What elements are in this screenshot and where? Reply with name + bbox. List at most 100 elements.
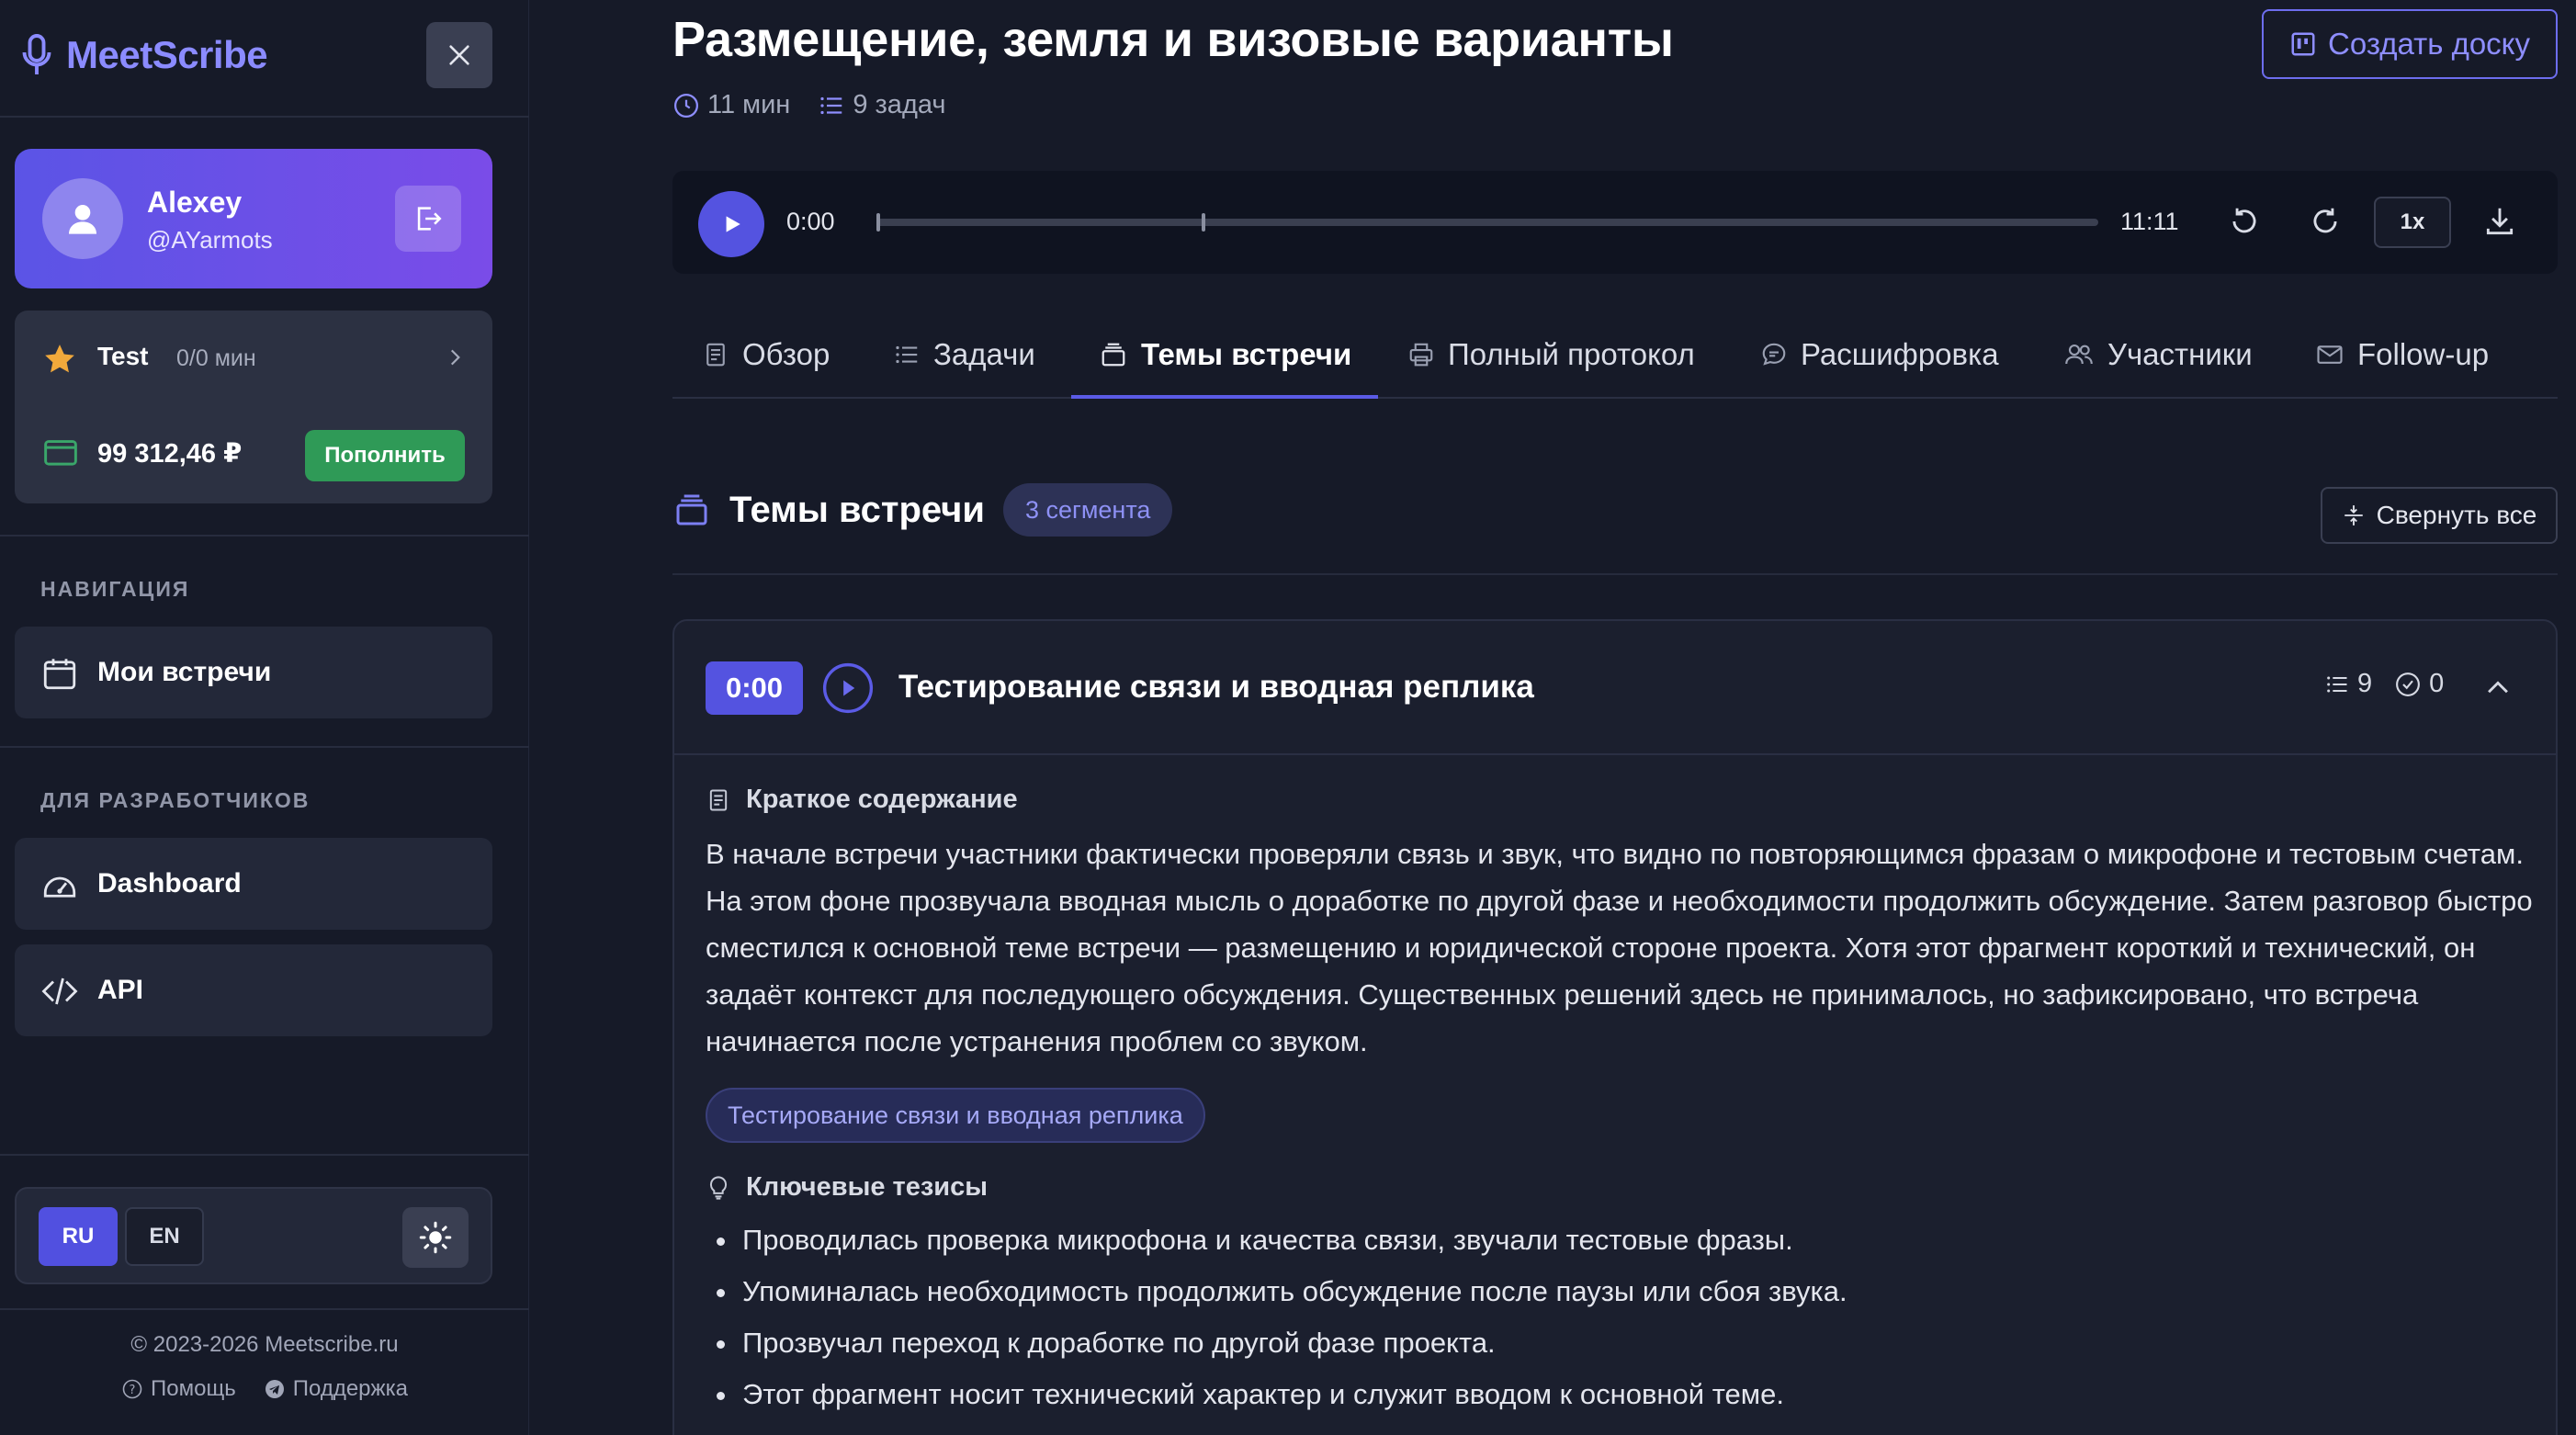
tab-label: Follow-up [2357, 337, 2490, 371]
theses-list: Проводилась проверка микрофона и качеств… [706, 1215, 2534, 1420]
mail-icon [2317, 345, 2343, 364]
sidebar-item-label: API [97, 975, 144, 1005]
chevron-right-icon[interactable] [443, 345, 467, 369]
task-count: 9 [2324, 669, 2372, 699]
divider [672, 573, 2558, 575]
chevron-up-icon[interactable] [2482, 672, 2514, 704]
help-link[interactable]: ? Помощь [121, 1376, 236, 1402]
task-count: 9 задач [818, 90, 945, 120]
footer-links: ? Помощь Поддержка [0, 1376, 529, 1402]
duration: 11 мин [672, 90, 790, 120]
logout-button[interactable] [395, 186, 461, 252]
meeting-meta: 11 мин 9 задач [672, 90, 945, 120]
help-icon: ? [122, 1379, 142, 1399]
language-switcher: RU EN [15, 1187, 492, 1284]
chapter-marker [1202, 213, 1205, 232]
brand-logo[interactable]: MeetScribe [20, 29, 268, 81]
microphone-icon [22, 34, 51, 74]
meeting-tabs: Обзор Задачи Темы встречи Полный протоко… [672, 311, 2558, 399]
tab-full-protocol[interactable]: Полный протокол [1407, 311, 1695, 399]
collapse-all-button[interactable]: Свернуть все [2321, 487, 2558, 544]
user-card[interactable]: Alexey @AYarmots [15, 149, 492, 288]
brand-name: MeetScribe [66, 33, 268, 76]
layers-icon [676, 494, 707, 525]
tab-label: Участники [2107, 337, 2253, 371]
total-time: 11:11 [2120, 208, 2179, 235]
tab-label: Задачи [933, 337, 1035, 371]
progress-handle[interactable] [876, 213, 880, 232]
collapse-icon [2344, 505, 2363, 525]
balance: 99 312,46 ₽ [97, 439, 243, 469]
clock-icon [674, 93, 698, 118]
calendar-icon [43, 659, 76, 690]
active-tab-indicator [1071, 395, 1378, 399]
segment-card: 0:00 Тестирование связи и вводная реплик… [672, 619, 2558, 1435]
divider [0, 116, 529, 118]
code-icon [41, 977, 78, 1005]
topic-tag[interactable]: Тестирование связи и вводная реплика [706, 1088, 1205, 1143]
sun-icon [419, 1221, 452, 1254]
sidebar-item-dashboard[interactable]: Dashboard [15, 838, 492, 930]
tab-topics[interactable]: Темы встречи [1099, 311, 1351, 399]
divider [0, 1154, 529, 1156]
topics-header: Темы встречи 3 сегмента [672, 483, 1173, 537]
layers-icon [1102, 343, 1125, 367]
user-handle: @AYarmots [147, 226, 273, 254]
page-title: Размещение, земля и визовые варианты [672, 12, 1674, 67]
list-icon [2327, 675, 2347, 693]
play-circle-icon[interactable] [821, 661, 875, 715]
user-name: Alexey [147, 186, 243, 219]
divider [0, 1308, 529, 1310]
tab-label: Полный протокол [1448, 337, 1695, 371]
divider [0, 535, 529, 537]
play-button[interactable] [698, 191, 764, 257]
tab-overview[interactable]: Обзор [702, 311, 830, 399]
document-icon [709, 789, 728, 810]
sidebar-item-label: Мои встречи [97, 657, 272, 687]
gauge-icon [43, 876, 76, 898]
done-count-value: 0 [2429, 669, 2445, 698]
sidebar-item-api[interactable]: API [15, 944, 492, 1036]
tab-label: Обзор [742, 337, 830, 371]
theses-heading-label: Ключевые тезисы [746, 1172, 988, 1202]
create-board-button[interactable]: Создать доску [2262, 9, 2558, 79]
telegram-icon [265, 1380, 284, 1398]
list-item: Проводилась проверка микрофона и качеств… [706, 1215, 2534, 1266]
help-label: Помощь [151, 1376, 236, 1401]
list-item: Упоминалась необходимость продолжить обс… [706, 1266, 2534, 1317]
printer-icon [1409, 343, 1433, 367]
tab-tasks[interactable]: Задачи [893, 311, 1035, 399]
logout-icon [417, 207, 442, 231]
play-icon [726, 216, 740, 232]
lang-ru-button[interactable]: RU [39, 1207, 118, 1266]
timestamp-badge[interactable]: 0:00 [706, 661, 803, 715]
theme-toggle-button[interactable] [402, 1207, 469, 1268]
segment-count-badge: 3 сегмента [1002, 483, 1173, 537]
summary-heading-label: Краткое содержание [746, 785, 1018, 814]
nav-section-label: НАВИГАЦИЯ [40, 577, 190, 601]
tab-participants[interactable]: Участники [2063, 311, 2253, 399]
check-circle-icon [2396, 672, 2421, 696]
sidebar: MeetScribe Alexey @AYarmots Test 0/0 мин… [0, 0, 529, 1435]
playback-speed-button[interactable]: 1x [2374, 197, 2451, 248]
task-count-value: 9 [2357, 669, 2373, 698]
chat-icon [1762, 343, 1786, 366]
sidebar-item-my-meetings[interactable]: Мои встречи [15, 627, 492, 718]
close-sidebar-button[interactable] [426, 22, 492, 88]
support-link[interactable]: Поддержка [264, 1376, 408, 1402]
tab-follow-up[interactable]: Follow-up [2315, 311, 2489, 399]
lang-en-button[interactable]: EN [125, 1207, 204, 1266]
tab-transcript[interactable]: Расшифровка [1760, 311, 1999, 399]
plan-minutes: 0/0 мин [176, 345, 256, 371]
svg-text:?: ? [130, 1384, 136, 1397]
forward-icon[interactable] [2308, 204, 2343, 239]
summary-heading: Краткое содержание [706, 785, 1018, 815]
theses-heading: Ключевые тезисы [706, 1172, 988, 1203]
board-icon [2291, 32, 2315, 56]
progress-track[interactable] [876, 213, 2098, 232]
topup-button[interactable]: Пополнить [305, 430, 465, 481]
star-icon [45, 345, 74, 373]
download-icon[interactable] [2482, 204, 2517, 239]
rewind-icon[interactable] [2227, 204, 2262, 239]
segment-header[interactable]: 0:00 Тестирование связи и вводная реплик… [674, 621, 2556, 755]
